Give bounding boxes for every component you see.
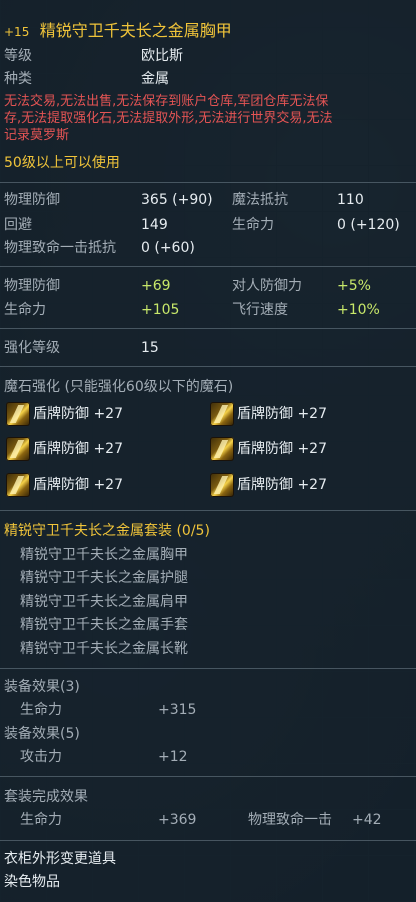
- set-piece: 精锐守卫千夫长之金属护腿: [20, 570, 188, 586]
- manastone-slot: 盾牌防御 +27: [237, 406, 327, 422]
- item-tooltip: +15 精锐守卫千夫长之金属胸甲 等级 欧比斯 种类 金属 无法交易,无法出售,…: [0, 0, 416, 902]
- manastone-icon: [6, 402, 30, 426]
- bonus-value: +105: [141, 302, 180, 318]
- set-complete-value: +369: [158, 812, 197, 828]
- manastone-header: 魔石强化 (只能强化60级以下的魔石): [4, 379, 234, 395]
- footer-text: 染色物品: [4, 874, 60, 890]
- restriction-text: 无法交易,无法出售,无法保存到账户仓库,军团仓库无法保 存,无法提取强化石,无法…: [4, 93, 408, 144]
- manastone-slot: 盾牌防御 +27: [33, 477, 123, 493]
- stat-value: 0 (+60): [141, 240, 195, 256]
- set-effect3-label: 生命力: [20, 702, 62, 718]
- stat-label: 魔法抵抗: [232, 192, 288, 208]
- set-effect5-label: 攻击力: [20, 749, 62, 765]
- divider: [0, 266, 416, 267]
- item-header: +15 精锐守卫千夫长之金属胸甲: [4, 20, 232, 42]
- enchant-level-badge: +15: [4, 25, 30, 39]
- footer-text: 衣柜外形变更道具: [4, 851, 116, 867]
- stat-label: 物理致命一击抵抗: [4, 240, 116, 256]
- stat-label: 物理防御: [4, 192, 60, 208]
- bonus-value: +69: [141, 278, 171, 294]
- manastone-icon: [6, 437, 30, 461]
- stat-value: 365 (+90): [141, 192, 213, 208]
- stat-value: 149: [141, 217, 168, 233]
- enchant-level-value: 15: [141, 340, 159, 356]
- set-complete-label: 生命力: [20, 812, 62, 828]
- set-title: 精锐守卫千夫长之金属套装 (0/5): [4, 523, 210, 539]
- divider: [0, 668, 416, 669]
- enchant-level-label: 强化等级: [4, 340, 60, 356]
- set-piece: 精锐守卫千夫长之金属胸甲: [20, 547, 188, 563]
- restriction-line: 存,无法提取强化石,无法提取外形,无法进行世界交易,无法: [4, 111, 333, 126]
- set-complete-header: 套装完成效果: [4, 789, 88, 805]
- divider: [0, 776, 416, 777]
- set-effect5-header: 装备效果(5): [4, 726, 80, 742]
- restriction-line: 记录莫罗斯: [4, 128, 70, 143]
- bonus-label: 生命力: [4, 302, 46, 318]
- info-value-type: 金属: [141, 71, 169, 87]
- set-effect3-value: +315: [158, 702, 197, 718]
- manastone-icon: [210, 437, 234, 461]
- manastone-icon: [6, 473, 30, 497]
- set-complete-value: +42: [352, 812, 382, 828]
- bonus-value: +10%: [337, 302, 380, 318]
- set-piece: 精锐守卫千夫长之金属肩甲: [20, 594, 188, 610]
- manastone-slot: 盾牌防御 +27: [237, 477, 327, 493]
- manastone-slot: 盾牌防御 +27: [237, 441, 327, 457]
- item-name: 精锐守卫千夫长之金属胸甲: [39, 21, 232, 40]
- set-complete-label: 物理致命一击: [248, 812, 332, 828]
- bonus-label: 对人防御力: [232, 278, 302, 294]
- bonus-label: 飞行速度: [232, 302, 288, 318]
- level-requirement: 50级以上可以使用: [4, 155, 120, 171]
- bonus-label: 物理防御: [4, 278, 60, 294]
- divider: [0, 510, 416, 511]
- manastone-icon: [210, 473, 234, 497]
- divider: [0, 328, 416, 329]
- info-value-grade: 欧比斯: [141, 48, 183, 64]
- manastone-slot: 盾牌防御 +27: [33, 406, 123, 422]
- divider: [0, 840, 416, 841]
- restriction-line: 无法交易,无法出售,无法保存到账户仓库,军团仓库无法保: [4, 94, 329, 109]
- set-effect3-header: 装备效果(3): [4, 679, 80, 695]
- stat-label: 回避: [4, 217, 32, 233]
- divider: [0, 182, 416, 183]
- info-label-grade: 等级: [4, 48, 32, 64]
- stat-label: 生命力: [232, 217, 274, 233]
- manastone-slot: 盾牌防御 +27: [33, 441, 123, 457]
- info-label-type: 种类: [4, 71, 32, 87]
- divider: [0, 366, 416, 367]
- set-effect5-value: +12: [158, 749, 188, 765]
- set-piece: 精锐守卫千夫长之金属手套: [20, 617, 188, 633]
- stat-value: 0 (+120): [337, 217, 400, 233]
- set-piece: 精锐守卫千夫长之金属长靴: [20, 641, 188, 657]
- bonus-value: +5%: [337, 278, 371, 294]
- stat-value: 110: [337, 192, 364, 208]
- manastone-icon: [210, 402, 234, 426]
